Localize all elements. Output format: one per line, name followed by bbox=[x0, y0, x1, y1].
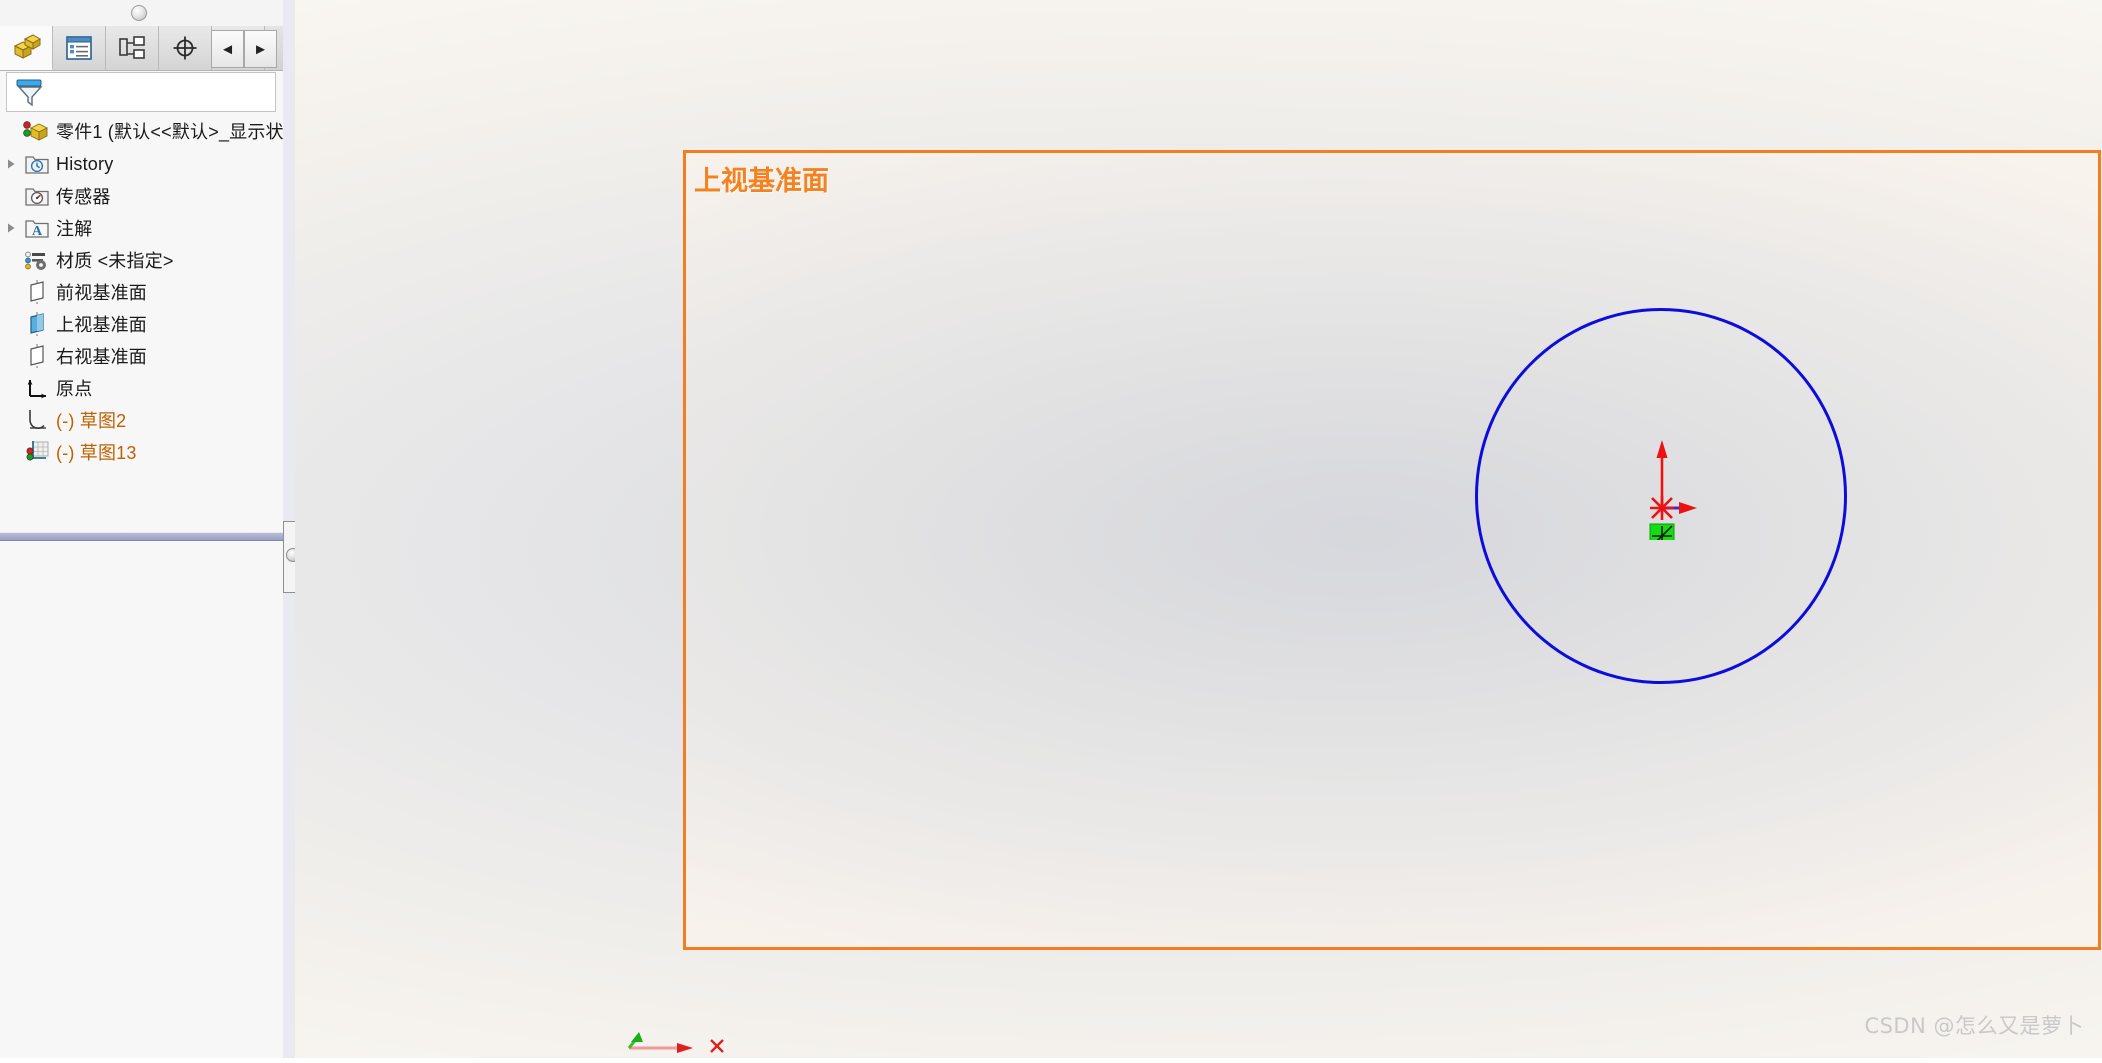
nav-prev-button[interactable]: ◄ bbox=[211, 30, 244, 68]
tree-item-label: History bbox=[56, 153, 114, 174]
tree-item-label: 前视基准面 bbox=[56, 283, 147, 303]
config-tree-icon bbox=[119, 36, 145, 59]
tree-item-history[interactable]: History bbox=[0, 148, 283, 180]
tree-item-sketch13[interactable]: (-) 草图13 bbox=[0, 436, 283, 468]
yellow-blocks-icon bbox=[13, 33, 41, 59]
view-orientation-triad bbox=[615, 1008, 765, 1058]
sensor-folder-icon bbox=[22, 184, 52, 208]
triad-y-arrow bbox=[631, 1032, 643, 1042]
triad-x-arrow bbox=[677, 1043, 693, 1053]
tree-item-top-plane[interactable]: 上视基准面 bbox=[0, 308, 283, 340]
tree-root-part[interactable]: 零件1 (默认<<默认>_显示状态 bbox=[0, 114, 302, 148]
tab-dimxpert-manager[interactable] bbox=[159, 26, 212, 70]
x-axis-arrow bbox=[1679, 502, 1697, 514]
tree-item-label: 材质 <未指定> bbox=[56, 251, 174, 271]
chevron-right-icon bbox=[8, 159, 15, 169]
tree-filter-input[interactable] bbox=[6, 72, 276, 112]
csdn-watermark: CSDN @怎么又是萝卜 bbox=[1864, 1014, 2084, 1038]
plane-top-icon bbox=[22, 311, 52, 337]
part-blocks-icon bbox=[22, 118, 52, 144]
tree-root-label: 零件1 (默认<<默认>_显示状态 bbox=[56, 122, 302, 142]
tree-item-sensors[interactable]: 传感器 bbox=[0, 180, 283, 212]
sketch-grid-icon bbox=[22, 439, 52, 465]
tree-item-label: 传感器 bbox=[56, 187, 111, 207]
tree-item-label: 右视基准面 bbox=[56, 347, 147, 367]
tree-item-label: (-) 草图2 bbox=[56, 411, 127, 431]
tree-item-label: (-) 草图13 bbox=[56, 443, 137, 463]
chevron-right-icon bbox=[8, 223, 15, 233]
plane-right-icon bbox=[22, 343, 52, 369]
nav-next-button[interactable]: ► bbox=[244, 30, 277, 68]
panel-nav-arrows: ◄ ► bbox=[211, 30, 277, 68]
twisty-annotations[interactable] bbox=[0, 222, 22, 234]
rollback-bar[interactable] bbox=[0, 532, 283, 541]
tab-property-manager[interactable] bbox=[53, 26, 106, 70]
history-folder-icon bbox=[22, 152, 52, 176]
material-icon bbox=[22, 248, 52, 272]
tree-item-label: 注解 bbox=[56, 219, 93, 239]
y-axis-arrow bbox=[1656, 440, 1668, 458]
feature-tree: 零件1 (默认<<默认>_显示状态 History 传感器 A 注解 材质 <未… bbox=[0, 114, 302, 541]
panel-top-strip bbox=[0, 0, 283, 27]
tree-item-annotations[interactable]: A 注解 bbox=[0, 212, 283, 244]
list-panel-icon bbox=[66, 36, 92, 60]
tree-item-label: 上视基准面 bbox=[56, 315, 147, 335]
tab-feature-manager[interactable] bbox=[0, 26, 53, 70]
tree-item-label: 原点 bbox=[56, 379, 93, 399]
plane-label: 上视基准面 bbox=[694, 166, 829, 197]
svg-text:A: A bbox=[32, 224, 43, 239]
annotation-folder-icon: A bbox=[22, 216, 52, 240]
graphics-area[interactable]: 上视基准面 CSDN @怎么又是萝卜 bbox=[295, 0, 2102, 1058]
crosshair-target-icon bbox=[173, 36, 197, 60]
tab-configuration-manager[interactable] bbox=[106, 26, 159, 70]
origin-triad-marker[interactable] bbox=[1605, 420, 1725, 549]
tree-item-right-plane[interactable]: 右视基准面 bbox=[0, 340, 283, 372]
top-plane-boundary[interactable]: 上视基准面 bbox=[683, 150, 2101, 950]
feature-manager-panel: ◄ ► 零件1 (默认<<默认>_显示状态 History 传感器 A 注解 材… bbox=[0, 0, 302, 1058]
sketch-arc-icon bbox=[22, 407, 52, 433]
triad-x-label bbox=[710, 1039, 724, 1053]
filter-funnel-icon bbox=[16, 79, 43, 107]
origin-asterisk bbox=[1650, 496, 1674, 520]
plane-front-icon bbox=[22, 279, 52, 305]
twisty-history[interactable] bbox=[0, 158, 22, 170]
origin-axes-icon bbox=[22, 375, 52, 401]
tree-item-sketch2[interactable]: (-) 草图2 bbox=[0, 404, 283, 436]
pin-circle-icon[interactable] bbox=[131, 5, 147, 21]
tree-item-origin[interactable]: 原点 bbox=[0, 372, 283, 404]
tree-item-material[interactable]: 材质 <未指定> bbox=[0, 244, 283, 276]
tree-item-front-plane[interactable]: 前视基准面 bbox=[0, 276, 283, 308]
